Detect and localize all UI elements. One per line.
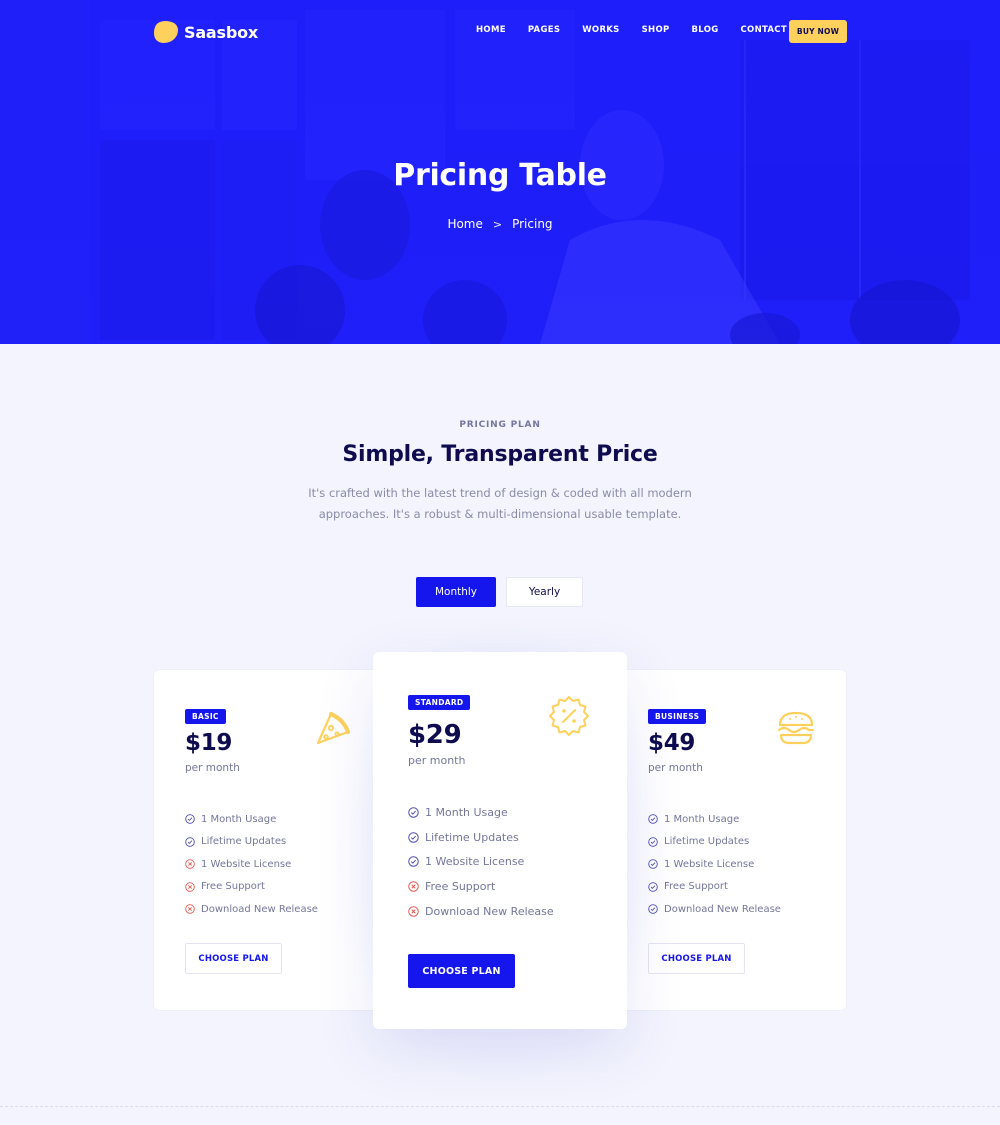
feature-label: Download New Release xyxy=(664,903,781,915)
breadcrumb-home-link[interactable]: Home xyxy=(447,217,482,231)
buy-now-button[interactable]: BUY NOW xyxy=(789,20,847,43)
billing-toggle-yearly[interactable]: Yearly xyxy=(506,577,583,607)
logo-blob-icon xyxy=(154,21,178,43)
plan-period: per month xyxy=(185,762,240,774)
plan-price: $29 xyxy=(408,720,462,750)
nav-pages[interactable]: PAGES xyxy=(528,25,560,35)
choose-plan-button[interactable]: CHOOSE PLAN xyxy=(648,943,745,974)
plan-badge: STANDARD xyxy=(408,695,471,710)
feature-label: 1 Month Usage xyxy=(201,813,277,825)
feature-item: Lifetime Updates xyxy=(408,825,554,850)
billing-toggle-monthly[interactable]: Monthly xyxy=(416,577,496,607)
hero-section: Saasbox HOME PAGES WORKS SHOP BLOG CONTA… xyxy=(0,0,1000,344)
feature-item: 1 Month Usage xyxy=(185,808,318,831)
plan-badge: BUSINESS xyxy=(648,709,707,724)
breadcrumb: Home > Pricing xyxy=(0,217,1000,231)
feature-label: 1 Website License xyxy=(425,855,525,869)
burger-icon xyxy=(777,711,815,745)
feature-item: Download New Release xyxy=(185,898,318,921)
plan-price: $49 xyxy=(648,730,696,756)
section-title: Simple, Transparent Price xyxy=(342,442,658,467)
page-title: Pricing Table xyxy=(393,158,607,193)
cross-circle-icon xyxy=(185,881,195,892)
check-circle-icon xyxy=(408,831,419,843)
feature-item: Lifetime Updates xyxy=(185,831,318,854)
feature-list: 1 Month Usage Lifetime Updates 1 Website… xyxy=(185,808,318,921)
feature-list: 1 Month Usage Lifetime Updates 1 Website… xyxy=(408,800,554,923)
pizza-slice-icon xyxy=(316,712,350,745)
feature-label: 1 Website License xyxy=(201,858,292,870)
feature-label: Download New Release xyxy=(425,904,554,918)
chevron-right-icon: > xyxy=(492,217,503,231)
section-divider xyxy=(0,1106,1000,1107)
check-circle-icon xyxy=(408,856,419,867)
cross-circle-icon xyxy=(185,859,195,870)
check-circle-icon xyxy=(185,836,195,847)
top-navbar: Saasbox HOME PAGES WORKS SHOP BLOG CONTA… xyxy=(0,0,1000,64)
nav-home[interactable]: HOME xyxy=(476,25,506,35)
feature-item: Free Support xyxy=(408,874,554,899)
feature-label: Lifetime Updates xyxy=(664,836,750,848)
feature-item: 1 Website License xyxy=(408,849,554,874)
cross-circle-icon xyxy=(408,905,419,917)
feature-item: Free Support xyxy=(185,876,318,899)
feature-item: Download New Release xyxy=(408,899,554,924)
feature-label: 1 Website License xyxy=(664,858,755,870)
feature-label: Lifetime Updates xyxy=(201,836,287,848)
cross-circle-icon xyxy=(185,904,195,915)
nav-works[interactable]: WORKS xyxy=(582,25,619,35)
feature-item: 1 Month Usage xyxy=(408,800,554,825)
feature-label: Free Support xyxy=(664,881,728,893)
feature-label: Lifetime Updates xyxy=(425,830,519,844)
plan-period: per month xyxy=(408,754,466,767)
discount-badge-icon xyxy=(549,696,589,736)
check-circle-icon xyxy=(185,814,195,825)
nav-blog[interactable]: BLOG xyxy=(692,25,719,35)
feature-item: 1 Website License xyxy=(185,853,318,876)
feature-label: 1 Month Usage xyxy=(664,813,740,825)
brand-logo[interactable]: Saasbox xyxy=(153,20,258,44)
choose-plan-button[interactable]: CHOOSE PLAN xyxy=(408,954,515,988)
cross-circle-icon xyxy=(408,881,419,892)
section-description: It's crafted with the latest trend of de… xyxy=(308,486,692,521)
feature-label: Free Support xyxy=(201,881,265,893)
feature-item: Download New Release xyxy=(648,898,781,921)
feature-label: 1 Month Usage xyxy=(425,805,508,819)
breadcrumb-current: Pricing xyxy=(512,217,553,231)
main-menu: HOME PAGES WORKS SHOP BLOG CONTACT xyxy=(476,25,809,35)
feature-label: Free Support xyxy=(425,879,496,893)
brand-name: Saasbox xyxy=(184,22,259,42)
choose-plan-button[interactable]: CHOOSE PLAN xyxy=(185,943,282,974)
feature-label: Download New Release xyxy=(201,903,318,915)
nav-contact[interactable]: CONTACT xyxy=(741,25,787,35)
section-eyebrow: PRICING PLAN xyxy=(459,420,541,430)
check-circle-icon xyxy=(408,807,419,818)
plan-price: $19 xyxy=(185,730,233,756)
nav-shop[interactable]: SHOP xyxy=(642,25,670,35)
plan-badge: BASIC xyxy=(185,709,226,724)
pricing-card-standard: STANDARD $29 per month 1 Month Usage Lif… xyxy=(373,652,627,1029)
